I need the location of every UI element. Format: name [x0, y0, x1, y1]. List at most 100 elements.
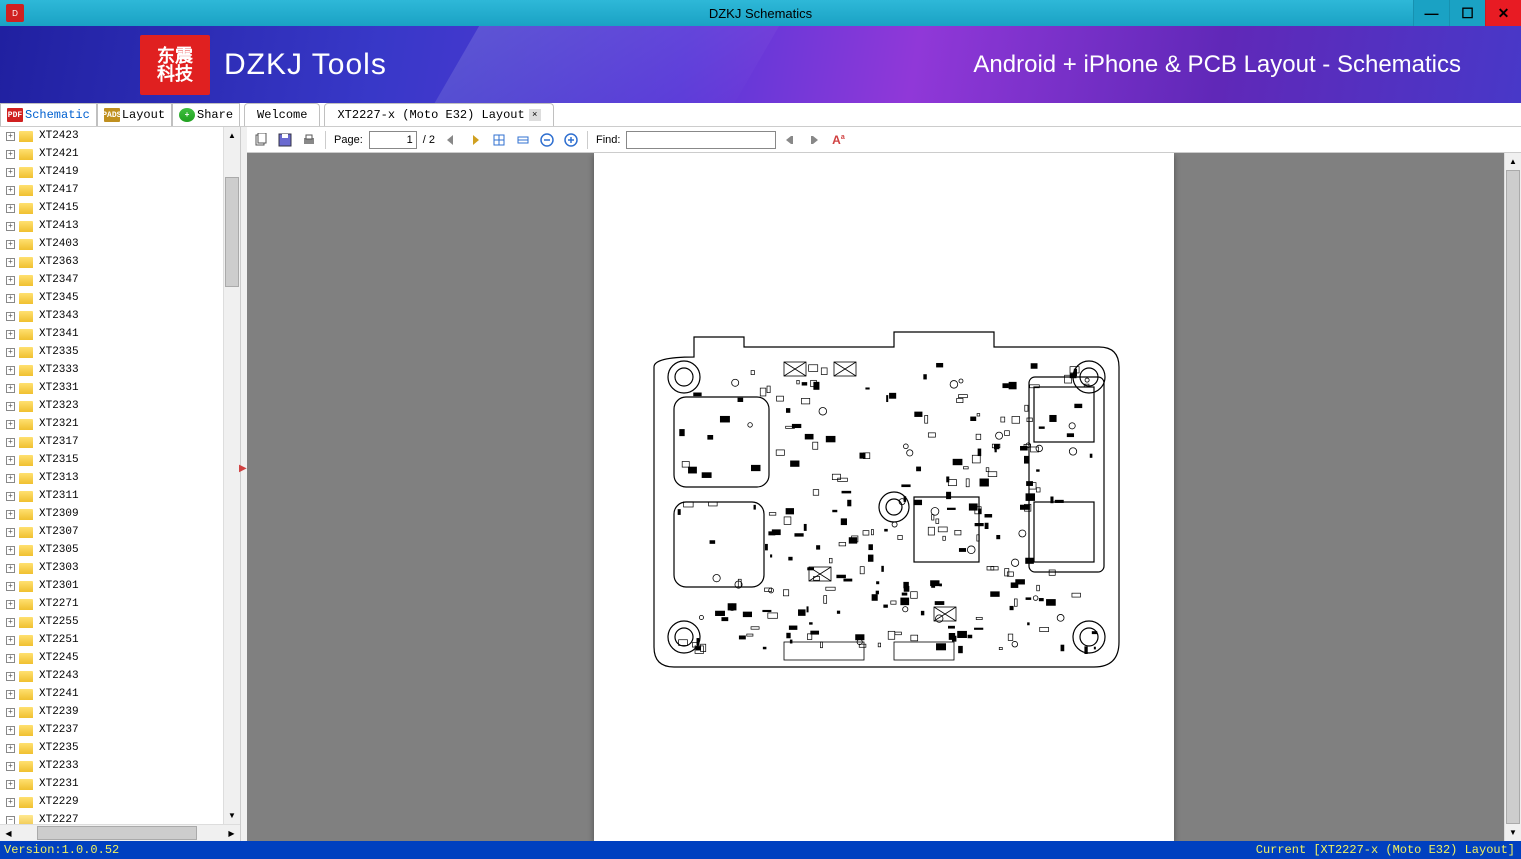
- find-next-button[interactable]: [804, 130, 824, 150]
- expand-icon[interactable]: +: [6, 492, 15, 501]
- tree-folder-item[interactable]: +XT2301: [0, 577, 223, 595]
- tree-folder-item[interactable]: +XT2343: [0, 307, 223, 325]
- expand-icon[interactable]: +: [6, 726, 15, 735]
- expand-icon[interactable]: +: [6, 654, 15, 663]
- doc-tab-current[interactable]: XT2227-x (Moto E32) Layout ×: [324, 103, 553, 126]
- expand-icon[interactable]: +: [6, 708, 15, 717]
- expand-icon[interactable]: +: [6, 798, 15, 807]
- expand-icon[interactable]: +: [6, 258, 15, 267]
- tree-folder-item[interactable]: +XT2413: [0, 217, 223, 235]
- expand-icon[interactable]: +: [6, 420, 15, 429]
- tree-folder-item[interactable]: +XT2315: [0, 451, 223, 469]
- tree-folder-item[interactable]: +XT2311: [0, 487, 223, 505]
- tree-folder-item[interactable]: +XT2271: [0, 595, 223, 613]
- tree-folder-item[interactable]: +XT2417: [0, 181, 223, 199]
- expand-icon[interactable]: +: [6, 582, 15, 591]
- expand-icon[interactable]: +: [6, 240, 15, 249]
- tree-folder-item[interactable]: +XT2237: [0, 721, 223, 739]
- tree-vertical-scrollbar[interactable]: ▲ ▼: [223, 127, 240, 824]
- next-page-button[interactable]: [465, 130, 485, 150]
- document-viewer[interactable]: ▲ ▼: [247, 153, 1521, 841]
- tree-folder-item[interactable]: +XT2309: [0, 505, 223, 523]
- mode-tab-schematic[interactable]: PDF Schematic: [0, 103, 97, 126]
- expand-icon[interactable]: +: [6, 780, 15, 789]
- tree-folder-item[interactable]: +XT2345: [0, 289, 223, 307]
- tree-folder-item[interactable]: +XT2423: [0, 127, 223, 145]
- tree-folder-item[interactable]: +XT2403: [0, 235, 223, 253]
- expand-icon[interactable]: +: [6, 168, 15, 177]
- expand-icon[interactable]: +: [6, 456, 15, 465]
- scroll-down-button[interactable]: ▼: [224, 807, 240, 824]
- tree-folder-item[interactable]: +XT2321: [0, 415, 223, 433]
- tree-folder-item[interactable]: +XT2251: [0, 631, 223, 649]
- scroll-thumb[interactable]: [37, 826, 197, 840]
- scroll-down-button[interactable]: ▼: [1505, 824, 1521, 841]
- expand-icon[interactable]: +: [6, 744, 15, 753]
- text-tool-button[interactable]: Aa: [828, 130, 848, 150]
- expand-icon[interactable]: +: [6, 204, 15, 213]
- expand-icon[interactable]: +: [6, 600, 15, 609]
- expand-icon[interactable]: +: [6, 546, 15, 555]
- expand-icon[interactable]: +: [6, 348, 15, 357]
- doc-tab-welcome[interactable]: Welcome: [244, 103, 320, 126]
- zoom-out-button[interactable]: [537, 130, 557, 150]
- tree-folder-item[interactable]: +XT2363: [0, 253, 223, 271]
- tree-folder-item[interactable]: +XT2333: [0, 361, 223, 379]
- expand-icon[interactable]: +: [6, 312, 15, 321]
- minimize-button[interactable]: —: [1413, 0, 1449, 26]
- tree-folder-item-open[interactable]: −XT2227: [0, 811, 223, 824]
- tree-horizontal-scrollbar[interactable]: ◀ ▶: [0, 824, 240, 841]
- tree-folder-item[interactable]: +XT2341: [0, 325, 223, 343]
- tree-folder-item[interactable]: +XT2243: [0, 667, 223, 685]
- tree-folder-item[interactable]: +XT2317: [0, 433, 223, 451]
- expand-icon[interactable]: +: [6, 186, 15, 195]
- tab-close-icon[interactable]: ×: [529, 109, 541, 121]
- expand-icon[interactable]: +: [6, 294, 15, 303]
- scroll-thumb[interactable]: [225, 177, 239, 287]
- scroll-up-button[interactable]: ▲: [1505, 153, 1521, 170]
- scroll-left-button[interactable]: ◀: [0, 825, 17, 841]
- tree-folder-item[interactable]: +XT2415: [0, 199, 223, 217]
- expand-icon[interactable]: +: [6, 222, 15, 231]
- expand-icon[interactable]: +: [6, 510, 15, 519]
- tree-folder-item[interactable]: +XT2305: [0, 541, 223, 559]
- expand-icon[interactable]: +: [6, 636, 15, 645]
- mode-tab-layout[interactable]: PADS Layout: [97, 103, 172, 126]
- expand-icon[interactable]: +: [6, 528, 15, 537]
- expand-icon[interactable]: +: [6, 150, 15, 159]
- scroll-thumb[interactable]: [1506, 170, 1520, 824]
- expand-icon[interactable]: +: [6, 330, 15, 339]
- page-number-input[interactable]: [369, 131, 417, 149]
- find-input[interactable]: [626, 131, 776, 149]
- fit-page-button[interactable]: [489, 130, 509, 150]
- tree-folder-item[interactable]: +XT2255: [0, 613, 223, 631]
- tree-folder-item[interactable]: +XT2421: [0, 145, 223, 163]
- expand-icon[interactable]: +: [6, 474, 15, 483]
- find-prev-button[interactable]: [780, 130, 800, 150]
- tree-folder-item[interactable]: +XT2241: [0, 685, 223, 703]
- tree-folder-item[interactable]: +XT2335: [0, 343, 223, 361]
- expand-icon[interactable]: +: [6, 384, 15, 393]
- tree-folder-item[interactable]: +XT2307: [0, 523, 223, 541]
- expand-icon[interactable]: +: [6, 366, 15, 375]
- tree-folder-item[interactable]: +XT2229: [0, 793, 223, 811]
- expand-icon[interactable]: +: [6, 690, 15, 699]
- close-button[interactable]: ✕: [1485, 0, 1521, 26]
- collapse-icon[interactable]: −: [6, 816, 15, 825]
- expand-icon[interactable]: +: [6, 132, 15, 141]
- scroll-up-button[interactable]: ▲: [224, 127, 240, 144]
- fit-width-button[interactable]: [513, 130, 533, 150]
- expand-icon[interactable]: +: [6, 618, 15, 627]
- expand-icon[interactable]: +: [6, 564, 15, 573]
- expand-icon[interactable]: +: [6, 276, 15, 285]
- tree-folder-item[interactable]: +XT2313: [0, 469, 223, 487]
- tree-folder-item[interactable]: +XT2347: [0, 271, 223, 289]
- scroll-right-button[interactable]: ▶: [223, 825, 240, 841]
- tree-folder-item[interactable]: +XT2235: [0, 739, 223, 757]
- mode-tab-share[interactable]: + Share: [172, 103, 240, 126]
- prev-page-button[interactable]: [441, 130, 461, 150]
- expand-icon[interactable]: +: [6, 438, 15, 447]
- maximize-button[interactable]: ☐: [1449, 0, 1485, 26]
- print-button[interactable]: [299, 130, 319, 150]
- tree-folder-item[interactable]: +XT2323: [0, 397, 223, 415]
